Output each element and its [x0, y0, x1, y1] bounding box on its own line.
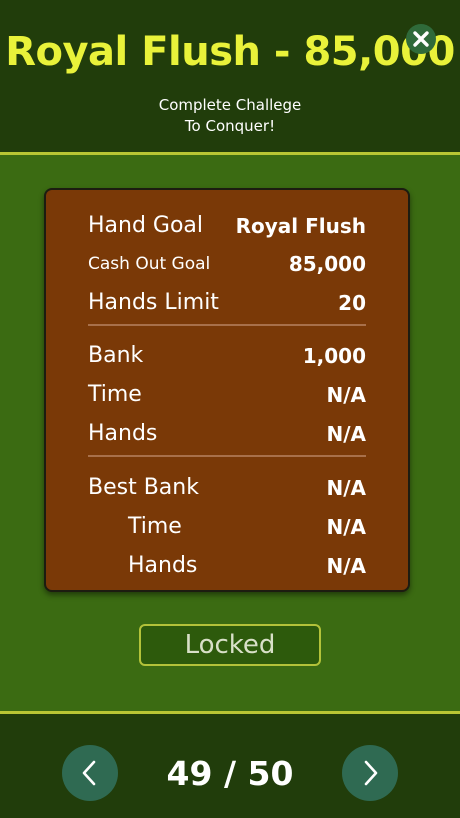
stat-row-time: Time N/A: [88, 380, 366, 410]
subtitle-line-2: To Conquer!: [184, 117, 276, 135]
stat-label: Best Bank: [88, 475, 199, 500]
chevron-right-icon: [364, 760, 378, 786]
previous-button[interactable]: [62, 745, 118, 801]
stat-label: Bank: [88, 343, 144, 368]
stat-label: Hands: [88, 421, 158, 446]
stat-value: N/A: [326, 422, 366, 446]
chevron-left-icon: [82, 760, 96, 786]
stat-value: 1,000: [302, 344, 366, 368]
stat-row-hands: Hands N/A: [88, 419, 366, 449]
stat-row-cash-out-goal: Cash Out Goal 85,000: [88, 249, 366, 279]
stat-value: N/A: [326, 476, 366, 500]
stat-row-best-time: Time N/A: [88, 512, 366, 542]
stats-divider: [88, 324, 366, 326]
stat-row-hand-goal: Hand Goal Royal Flush: [88, 211, 366, 241]
stat-row-best-hands: Hands N/A: [88, 551, 366, 581]
stat-value: 20: [338, 291, 366, 315]
locked-button[interactable]: Locked: [139, 624, 321, 666]
stat-row-hands-limit: Hands Limit 20: [88, 288, 366, 318]
stat-value: N/A: [326, 515, 366, 539]
next-button[interactable]: [342, 745, 398, 801]
challenge-title: Royal Flush - 85,000: [5, 29, 455, 75]
stat-row-best-bank: Best Bank N/A: [88, 473, 366, 503]
stat-value: N/A: [326, 383, 366, 407]
stat-label: Cash Out Goal: [88, 254, 211, 274]
stats-divider: [88, 455, 366, 457]
close-icon: [413, 31, 429, 47]
stat-label: Time: [88, 382, 142, 407]
stat-row-bank: Bank 1,000: [88, 341, 366, 371]
close-button[interactable]: [406, 24, 436, 54]
page-indicator: 49 / 50: [166, 754, 294, 793]
stat-label: Hands: [128, 553, 198, 578]
stat-value: 85,000: [288, 252, 366, 276]
stat-label: Hands Limit: [88, 290, 219, 315]
challenge-subtitle: Complete Challege To Conquer!: [0, 95, 460, 137]
stat-label: Hand Goal: [88, 213, 204, 238]
stat-value: Royal Flush: [235, 214, 366, 238]
stats-card: Hand Goal Royal Flush Cash Out Goal 85,0…: [44, 188, 410, 592]
stat-value: N/A: [326, 554, 366, 578]
stat-label: Time: [128, 514, 182, 539]
subtitle-line-1: Complete Challege: [158, 96, 302, 114]
